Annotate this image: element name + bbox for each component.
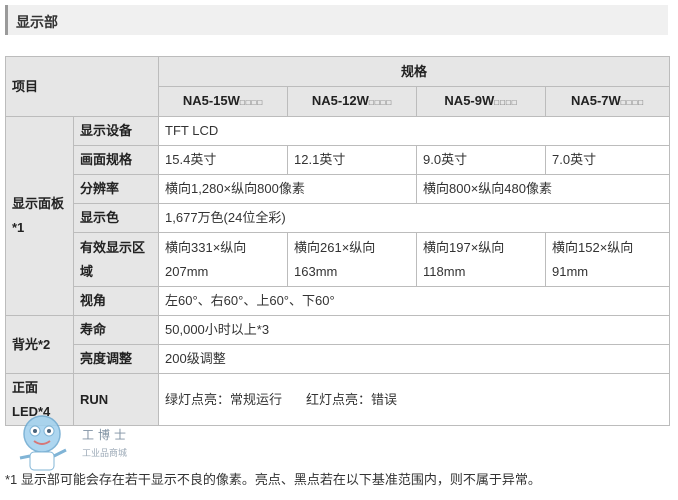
model-header: NA5-7W□□□□ bbox=[545, 86, 671, 117]
mascot-icon bbox=[19, 415, 67, 471]
watermark-logo: 工博士 工业品商城 bbox=[12, 410, 162, 476]
area-value: 横向331×纵向207mm bbox=[158, 232, 289, 287]
table-row: 背光*2 寿命 50,000小时以上*3 bbox=[5, 315, 671, 374]
table-row: 显示面板*1 显示设备 TFT LCD bbox=[5, 116, 671, 316]
model-header: NA5-12W□□□□ bbox=[287, 86, 418, 117]
run-value: 绿灯点亮：常规运行 红灯点亮：错误 bbox=[158, 373, 671, 426]
resolution-value: 横向800×纵向480像素 bbox=[416, 174, 671, 204]
model-suffix: □□□□ bbox=[494, 97, 518, 107]
row-label: 显示色 bbox=[72, 203, 160, 233]
section-title: 显示部 bbox=[16, 14, 58, 30]
brightness-value: 200级调整 bbox=[158, 344, 671, 374]
spec-header: 规格 bbox=[158, 56, 671, 87]
screen-value: 12.1英寸 bbox=[287, 145, 418, 175]
row-label: 显示设备 bbox=[72, 116, 160, 146]
table-row: 显示色 1,677万色(24位全彩) bbox=[6, 203, 671, 233]
model-name: NA5-7W bbox=[570, 92, 621, 108]
device-value: TFT LCD bbox=[158, 116, 671, 146]
model-suffix: □□□□ bbox=[239, 97, 264, 107]
row-label: 分辨率 bbox=[72, 174, 160, 204]
area-value: 横向152×纵向91mm bbox=[545, 232, 671, 287]
spec-table: 项目 规格 NA5-15W□□□□ NA5-12W□□□□ NA5-9W□□□□… bbox=[4, 56, 671, 426]
table-row: 亮度调整 200级调整 bbox=[6, 344, 671, 374]
resolution-value: 横向1,280×纵向800像素 bbox=[158, 174, 418, 204]
model-header: NA5-9W□□□□ bbox=[416, 86, 547, 117]
model-header: NA5-15W□□□□ bbox=[158, 86, 289, 117]
model-suffix: □□□□ bbox=[368, 97, 393, 107]
row-label: 画面规格 bbox=[72, 145, 160, 175]
screen-value: 7.0英寸 bbox=[545, 145, 671, 175]
watermark-subtext: 工业品商城 bbox=[82, 448, 128, 458]
model-name: NA5-12W bbox=[311, 92, 369, 108]
area-value: 横向197×纵向118mm bbox=[416, 232, 547, 287]
watermark-text: 工博士 bbox=[82, 428, 131, 442]
row-label: 有效显示区域 bbox=[72, 232, 160, 287]
row-label: 寿命 bbox=[72, 315, 160, 345]
screen-value: 15.4英寸 bbox=[158, 145, 289, 175]
model-name: NA5-9W bbox=[444, 92, 495, 108]
header-row: 项目 规格 bbox=[4, 56, 671, 117]
area-value: 横向261×纵向163mm bbox=[287, 232, 418, 287]
section-header: 显示部 bbox=[5, 5, 668, 35]
backlight-group-label: 背光*2 bbox=[5, 315, 74, 374]
row-label: 视角 bbox=[72, 286, 160, 316]
life-value: 50,000小时以上*3 bbox=[158, 315, 671, 345]
table-row: 视角 左60°、右60°、上60°、下60° bbox=[6, 286, 671, 316]
screen-value: 9.0英寸 bbox=[416, 145, 547, 175]
model-suffix: □□□□ bbox=[620, 97, 645, 107]
colors-value: 1,677万色(24位全彩) bbox=[158, 203, 671, 233]
run-red-text: 红灯点亮：错误 bbox=[306, 391, 398, 407]
table-row: 有效显示区域 横向331×纵向207mm 横向261×纵向163mm 横向197… bbox=[6, 232, 671, 287]
model-name: NA5-15W bbox=[182, 92, 240, 108]
run-green-text: 绿灯点亮：常规运行 bbox=[165, 391, 283, 407]
footnote: *1 显示部可能会存在若干显示不良的像素。亮点、黑点若在以下基准范围内，则不属于… bbox=[5, 472, 541, 487]
item-header: 项目 bbox=[4, 56, 160, 117]
panel-group-label: 显示面板*1 bbox=[5, 116, 74, 316]
table-row: 画面规格 15.4英寸 12.1英寸 9.0英寸 7.0英寸 bbox=[6, 145, 671, 175]
table-row: 分辨率 横向1,280×纵向800像素 横向800×纵向480像素 bbox=[6, 174, 671, 204]
row-label: 亮度调整 bbox=[72, 344, 160, 374]
viewing-value: 左60°、右60°、上60°、下60° bbox=[158, 286, 671, 316]
